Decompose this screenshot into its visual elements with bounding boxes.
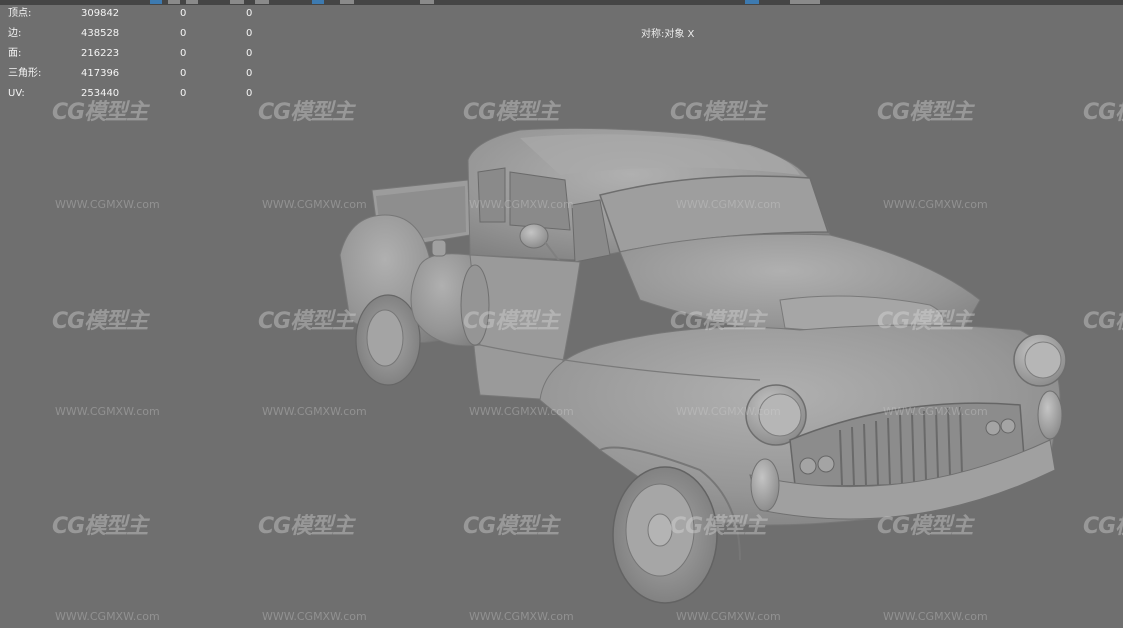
watermark-logo: CG模型主 <box>52 514 148 539</box>
watermark-logo: CG模型主 <box>258 514 354 539</box>
headlight-right-lens <box>1024 341 1062 379</box>
watermark-logo: CG模型主 <box>463 514 559 539</box>
bumper-guard-left <box>750 458 780 512</box>
watermark-url: WWW.CGMXW.com <box>262 610 367 623</box>
watermark-logo: CG模型主 <box>258 100 354 125</box>
side-window-rear <box>477 167 506 223</box>
watermark-url: WWW.CGMXW.com <box>469 405 574 418</box>
watermark-logo: CG模型主 <box>670 514 766 539</box>
fog-lamp <box>799 457 817 475</box>
fuel-cap <box>431 239 447 257</box>
viewport-3d[interactable]: 顶点: 309842 0 0 边: 438528 0 0 面: 216223 0… <box>0 0 1123 628</box>
watermark-url: WWW.CGMXW.com <box>262 405 367 418</box>
watermark-logo: CG模型主 <box>52 309 148 334</box>
fog-lamp <box>985 420 1001 436</box>
watermark-url: WWW.CGMXW.com <box>55 198 160 211</box>
watermark-logo: CG模型主 <box>670 100 766 125</box>
watermark-url: WWW.CGMXW.com <box>262 198 367 211</box>
front-hub-center <box>647 513 673 547</box>
rear-hubcap <box>366 309 404 367</box>
bumper-guard-right <box>1037 390 1063 440</box>
watermark-url: WWW.CGMXW.com <box>55 405 160 418</box>
watermark-logo: CG模型主 <box>52 100 148 125</box>
watermark-logo: CG模型主 <box>258 309 354 334</box>
watermark-logo: CG模型主 <box>463 309 559 334</box>
watermark-logo: CG模型主 <box>1083 309 1123 334</box>
watermark-logo: CG模型主 <box>877 309 973 334</box>
watermark-url: WWW.CGMXW.com <box>883 610 988 623</box>
watermark-logo: CG模型主 <box>670 309 766 334</box>
watermark-logo: CG模型主 <box>463 100 559 125</box>
watermark-url: WWW.CGMXW.com <box>676 198 781 211</box>
watermark-logo: CG模型主 <box>1083 100 1123 125</box>
watermark-url: WWW.CGMXW.com <box>469 198 574 211</box>
watermark-url: WWW.CGMXW.com <box>676 610 781 623</box>
fog-lamp <box>817 455 835 473</box>
watermark-logo: CG模型主 <box>877 514 973 539</box>
watermark-url: WWW.CGMXW.com <box>676 405 781 418</box>
watermark-url: WWW.CGMXW.com <box>883 198 988 211</box>
watermark-url: WWW.CGMXW.com <box>55 610 160 623</box>
watermark-url: WWW.CGMXW.com <box>883 405 988 418</box>
watermark-logo: CG模型主 <box>877 100 973 125</box>
watermark-url: WWW.CGMXW.com <box>469 610 574 623</box>
watermark-logo: CG模型主 <box>1083 514 1123 539</box>
side-mirror <box>519 223 549 249</box>
fog-lamp <box>1000 418 1016 434</box>
